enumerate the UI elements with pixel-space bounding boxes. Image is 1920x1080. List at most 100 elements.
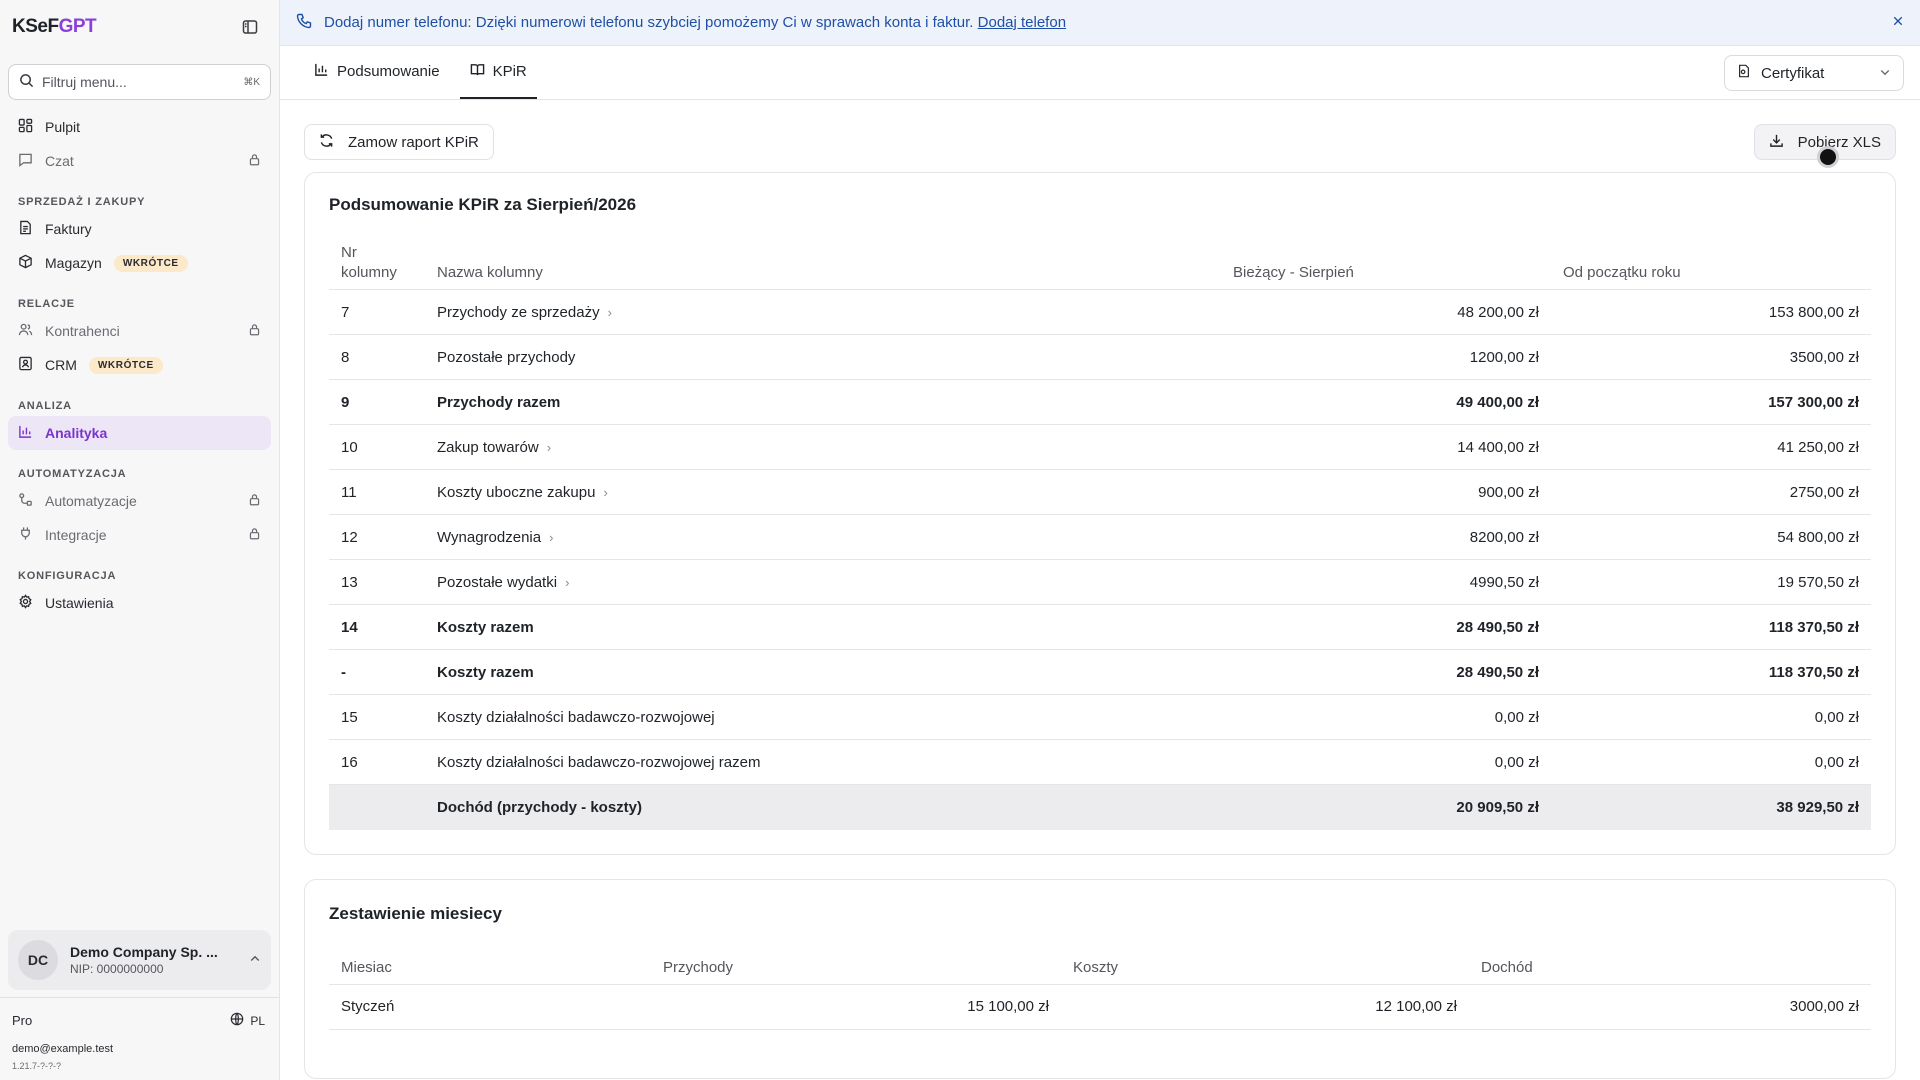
cell-nr: 16 bbox=[329, 739, 425, 785]
cell-current: 8200,00 zł bbox=[1221, 514, 1551, 560]
cell-current: 900,00 zł bbox=[1221, 469, 1551, 515]
cell-income: 15 100,00 zł bbox=[651, 984, 1061, 1030]
cell-nr: 14 bbox=[329, 604, 425, 650]
cell-nr: 11 bbox=[329, 469, 425, 515]
banner-message: Dodaj numer telefonu: Dzięki numerowi te… bbox=[324, 14, 974, 31]
table-row[interactable]: 11 Koszty uboczne zakupu › 900,00 zł 2750… bbox=[329, 469, 1871, 515]
order-report-button[interactable]: Zamow raport KPiR bbox=[304, 124, 494, 160]
table-row[interactable]: 7 Przychody ze sprzedaży › 48 200,00 zł 1… bbox=[329, 289, 1871, 335]
sidebar-item-analityka[interactable]: Analityka bbox=[8, 416, 271, 450]
cell-nr: - bbox=[329, 649, 425, 695]
company-name: Demo Company Sp. ... bbox=[70, 944, 218, 960]
cell-name: Przychody ze sprzedaży › bbox=[425, 289, 1221, 335]
lock-icon bbox=[248, 153, 261, 169]
download-icon bbox=[1769, 133, 1784, 152]
search-shortcut: ⌘K bbox=[243, 76, 260, 88]
bar-chart-icon bbox=[18, 424, 33, 442]
button-label: Pobierz XLS bbox=[1797, 133, 1881, 151]
cell-ytd: 3500,00 zł bbox=[1551, 334, 1871, 380]
sidebar-item-automatyzacje[interactable]: Automatyzacje bbox=[8, 484, 271, 518]
sidebar-item-crm[interactable]: CRM WKRÓTCE bbox=[8, 348, 271, 382]
table-row[interactable]: 10 Zakup towarów › 14 400,00 zł 41 250,00… bbox=[329, 424, 1871, 470]
tab-kpir[interactable]: KPiR bbox=[459, 45, 537, 99]
cell-current: 28 490,50 zł bbox=[1221, 604, 1551, 650]
cell-current: 0,00 zł bbox=[1221, 739, 1551, 785]
sidebar-item-ustawienia[interactable]: Ustawienia bbox=[8, 586, 271, 620]
company-switcher[interactable]: DC Demo Company Sp. ... NIP: 0000000000 bbox=[8, 930, 271, 990]
cell-current: 1200,00 zł bbox=[1221, 334, 1551, 380]
gear-icon bbox=[18, 594, 33, 612]
cell-name: Koszty razem bbox=[425, 604, 1221, 650]
menu-filter-input[interactable]: Filtruj menu... ⌘K bbox=[8, 64, 271, 100]
header-month: Miesiac bbox=[329, 951, 651, 985]
sidebar-toggle-icon[interactable] bbox=[239, 16, 261, 38]
sidebar-item-faktury[interactable]: Faktury bbox=[8, 212, 271, 246]
sidebar-item-label: CRM bbox=[45, 357, 77, 373]
main-content: Dodaj numer telefonu: Dzięki numerowi te… bbox=[280, 0, 1920, 1080]
cell-costs: 12 100,00 zł bbox=[1061, 984, 1469, 1030]
cell-ytd: 118 370,50 zł bbox=[1551, 604, 1871, 650]
section-sales: SPRZEDAŻ I ZAKUPY bbox=[18, 196, 146, 208]
app-version: 1.21.7-?-?-? bbox=[12, 1061, 62, 1071]
lock-icon bbox=[248, 527, 261, 543]
sidebar-header: KSeFGPT bbox=[0, 0, 279, 54]
section-analysis: ANALIZA bbox=[18, 400, 72, 412]
row-name: Koszty uboczne zakupu bbox=[437, 483, 596, 501]
cell-current: 48 200,00 zł bbox=[1221, 289, 1551, 335]
header-nr: Nr kolumny bbox=[329, 237, 425, 290]
divider bbox=[0, 997, 279, 998]
monthly-table: Miesiac Przychody Koszty Dochód Styczeń … bbox=[329, 951, 1871, 1030]
sidebar-item-magazyn[interactable]: Magazyn WKRÓTCE bbox=[8, 246, 271, 280]
close-icon[interactable] bbox=[1892, 14, 1904, 31]
row-name: Wynagrodzenia bbox=[437, 528, 542, 546]
cell-name: Koszty uboczne zakupu › bbox=[425, 469, 1221, 515]
header-name: Nazwa kolumny bbox=[425, 237, 1221, 290]
certificate-value: Certyfikat bbox=[1761, 64, 1825, 82]
globe-icon bbox=[230, 1012, 244, 1029]
plug-icon bbox=[18, 526, 33, 544]
cell-name: Wynagrodzenia › bbox=[425, 514, 1221, 560]
chat-icon bbox=[18, 152, 33, 170]
tab-podsumowanie[interactable]: Podsumowanie bbox=[304, 45, 450, 99]
cell-ytd: 2750,00 zł bbox=[1551, 469, 1871, 515]
cell-month: Styczeń bbox=[329, 984, 651, 1030]
cell-profit: 3000,00 zł bbox=[1469, 984, 1871, 1030]
chevron-right-icon: › bbox=[603, 484, 608, 500]
contact-card-icon bbox=[18, 356, 33, 374]
lock-icon bbox=[248, 323, 261, 339]
cell-ytd: 153 800,00 zł bbox=[1551, 289, 1871, 335]
table-row: 9 Przychody razem 49 400,00 zł 157 300,0… bbox=[329, 379, 1871, 425]
table-row: 15 Koszty działalności badawczo-rozwojow… bbox=[329, 694, 1871, 740]
cell-ytd: 0,00 zł bbox=[1551, 694, 1871, 740]
chevron-right-icon: › bbox=[546, 439, 552, 455]
sidebar-item-integracje[interactable]: Integracje bbox=[8, 518, 271, 552]
search-icon bbox=[19, 73, 34, 92]
user-email: demo@example.test bbox=[12, 1043, 114, 1055]
cell-current: 20 909,50 zł bbox=[1221, 784, 1551, 830]
coming-soon-badge: WKRÓTCE bbox=[113, 254, 188, 272]
sidebar-item-pulpit[interactable]: Pulpit bbox=[8, 110, 271, 144]
tab-label: KPiR bbox=[492, 62, 527, 80]
sidebar-item-czat[interactable]: Czat bbox=[8, 144, 271, 178]
chevron-down-icon bbox=[1879, 65, 1891, 82]
language-switcher[interactable]: PL bbox=[230, 1012, 265, 1029]
workflow-icon bbox=[18, 492, 33, 510]
table-row: 16 Koszty działalności badawczo-rozwojow… bbox=[329, 739, 1871, 785]
table-row[interactable]: 13 Pozostałe wydatki › 4990,50 zł 19 570,… bbox=[329, 559, 1871, 605]
invoice-icon bbox=[18, 220, 33, 238]
certificate-select[interactable]: Certyfikat bbox=[1724, 55, 1904, 91]
lock-icon bbox=[248, 493, 261, 509]
kpir-summary-table: Nr kolumny Nazwa kolumny Bieżący - Sierp… bbox=[329, 237, 1871, 830]
chevron-up-icon bbox=[249, 952, 261, 969]
add-phone-link[interactable]: Dodaj telefon bbox=[978, 14, 1066, 31]
sidebar-item-label: Faktury bbox=[45, 221, 92, 237]
chevron-right-icon: › bbox=[565, 574, 570, 590]
logo-text-gpt: GPT bbox=[58, 16, 97, 37]
cell-nr: 8 bbox=[329, 334, 425, 380]
dashboard-icon bbox=[18, 118, 33, 136]
cursor-indicator bbox=[1817, 146, 1839, 168]
sidebar-item-kontrahenci[interactable]: Kontrahenci bbox=[8, 314, 271, 348]
table-row[interactable]: 12 Wynagrodzenia › 8200,00 zł 54 800,00 z… bbox=[329, 514, 1871, 560]
cell-nr: 7 bbox=[329, 289, 425, 335]
app-logo[interactable]: KSeFGPT bbox=[12, 16, 97, 38]
